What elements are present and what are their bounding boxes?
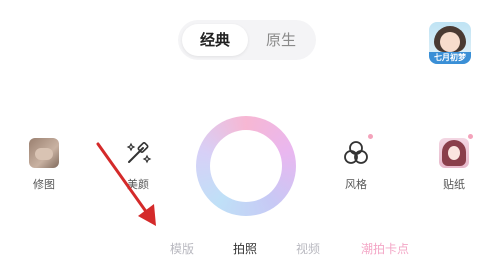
sticker-thumbnail-face <box>448 146 460 160</box>
tab-native[interactable]: 原生 <box>248 20 314 60</box>
retouch-tool[interactable]: 修图 <box>14 138 74 192</box>
sticker-thumbnail <box>439 138 469 168</box>
retouch-thumbnail <box>29 138 59 168</box>
mode-tab-template[interactable]: 模版 <box>170 240 194 257</box>
shutter-inner <box>210 130 282 202</box>
avatar-face <box>440 32 460 52</box>
sticker-label: 贴纸 <box>443 178 465 191</box>
mode-tab-video[interactable]: 视频 <box>296 240 320 257</box>
retouch-thumbnail-image <box>35 148 53 160</box>
sticker-new-dot <box>468 134 473 139</box>
avatar-tag: 七月初梦 <box>429 52 471 64</box>
style-label: 风格 <box>345 178 367 191</box>
mode-segmented-control: 经典 原生 <box>178 20 316 60</box>
three-circles-icon <box>344 141 368 164</box>
tab-classic[interactable]: 经典 <box>182 20 248 60</box>
mode-tab-photo[interactable]: 拍照 <box>233 240 257 257</box>
sticker-tool[interactable]: 贴纸 <box>424 134 484 192</box>
mode-tab-card[interactable]: 潮拍卡点 <box>361 240 409 257</box>
style-tool[interactable]: 风格 <box>326 134 386 192</box>
profile-avatar[interactable]: 七月初梦 <box>429 22 471 64</box>
annotation-arrow-icon <box>96 142 156 226</box>
shutter-button[interactable] <box>196 116 296 216</box>
style-new-dot <box>368 134 373 139</box>
retouch-label: 修图 <box>33 178 55 191</box>
camera-screen: 经典 原生 七月初梦 修图 美颜 风格 贴纸 模版 拍照 视频 潮拍卡点 <box>0 0 494 272</box>
